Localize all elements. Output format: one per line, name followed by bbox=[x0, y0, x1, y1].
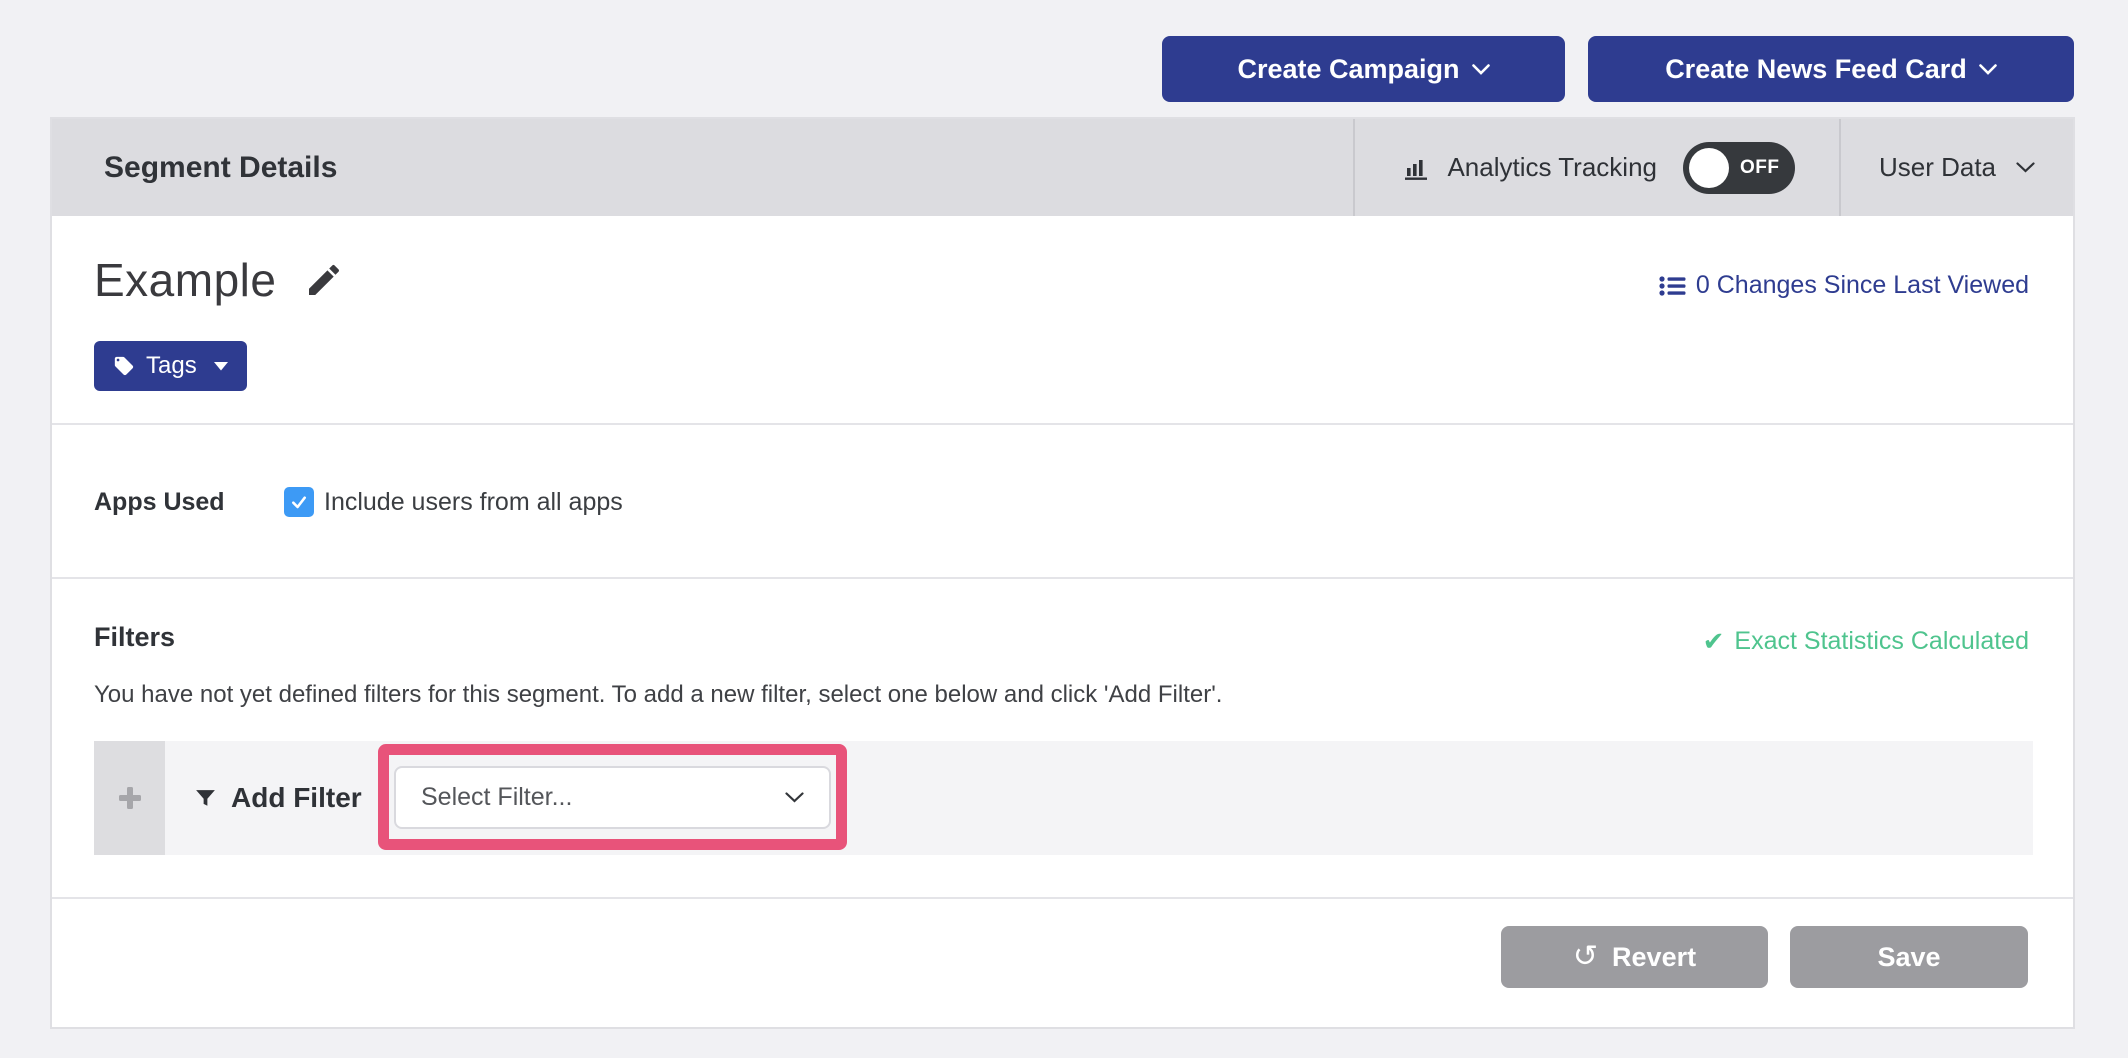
analytics-tracking-label: Analytics Tracking bbox=[1447, 152, 1657, 183]
user-data-label: User Data bbox=[1879, 152, 1996, 183]
apps-used-label: Apps Used bbox=[94, 488, 284, 517]
check-icon: ✔ bbox=[1703, 626, 1725, 657]
select-filter-dropdown[interactable]: Select Filter... bbox=[394, 766, 831, 829]
analytics-tracking-toggle[interactable]: OFF bbox=[1683, 142, 1795, 194]
revert-button-label: Revert bbox=[1612, 942, 1696, 973]
checkmark-icon bbox=[289, 492, 309, 512]
exact-statistics-status: ✔ Exact Statistics Calculated bbox=[1703, 626, 2029, 657]
toggle-state-label: OFF bbox=[1740, 157, 1780, 179]
apps-used-row: Apps Used Include users from all apps bbox=[94, 487, 623, 517]
section-divider bbox=[52, 897, 2073, 899]
plus-icon bbox=[116, 784, 144, 812]
segment-details-card: Segment Details Analytics Tracking OFF U… bbox=[50, 117, 2075, 1029]
revert-button[interactable]: ↺ Revert bbox=[1501, 926, 1768, 988]
footer-actions: ↺ Revert Save bbox=[1501, 926, 2028, 988]
filters-description: You have not yet defined filters for thi… bbox=[94, 681, 1222, 709]
section-divider bbox=[52, 423, 2073, 425]
annotation-highlight: Select Filter... bbox=[378, 744, 847, 850]
add-filter-plus-button[interactable] bbox=[94, 741, 165, 855]
create-news-feed-card-label: Create News Feed Card bbox=[1665, 54, 1967, 85]
select-filter-placeholder: Select Filter... bbox=[421, 783, 572, 812]
segment-name-row: Example bbox=[94, 253, 344, 307]
create-campaign-label: Create Campaign bbox=[1237, 54, 1459, 85]
pencil-icon bbox=[304, 260, 344, 300]
chevron-down-icon bbox=[1472, 64, 1490, 75]
save-button-label: Save bbox=[1877, 942, 1940, 973]
list-icon bbox=[1659, 275, 1686, 297]
caret-down-icon bbox=[214, 362, 228, 371]
page-title: Segment Details bbox=[104, 151, 1353, 185]
chevron-down-icon bbox=[2016, 162, 2035, 173]
filters-section-title: Filters bbox=[94, 622, 175, 653]
edit-segment-name-button[interactable] bbox=[304, 260, 344, 300]
add-filter-label-group: Add Filter bbox=[193, 782, 362, 814]
segment-name: Example bbox=[94, 253, 276, 307]
include-all-apps-checkbox[interactable] bbox=[284, 487, 314, 517]
exact-statistics-label: Exact Statistics Calculated bbox=[1734, 627, 2029, 656]
undo-icon: ↺ bbox=[1573, 942, 1598, 972]
changes-since-last-viewed-link[interactable]: 0 Changes Since Last Viewed bbox=[1659, 271, 2029, 300]
user-data-dropdown[interactable]: User Data bbox=[1841, 119, 2073, 216]
create-campaign-button[interactable]: Create Campaign bbox=[1162, 36, 1565, 102]
filter-funnel-icon bbox=[193, 786, 218, 811]
bar-chart-icon bbox=[1401, 153, 1431, 183]
include-all-apps-label[interactable]: Include users from all apps bbox=[324, 488, 623, 517]
analytics-tracking-block: Analytics Tracking OFF bbox=[1353, 119, 1841, 216]
tags-button[interactable]: Tags bbox=[94, 341, 247, 391]
changes-link-label: 0 Changes Since Last Viewed bbox=[1696, 271, 2029, 300]
card-header: Segment Details Analytics Tracking OFF U… bbox=[52, 119, 2073, 216]
save-button[interactable]: Save bbox=[1790, 926, 2028, 988]
create-news-feed-card-button[interactable]: Create News Feed Card bbox=[1588, 36, 2074, 102]
toggle-knob bbox=[1689, 148, 1729, 188]
section-divider bbox=[52, 577, 2073, 579]
tag-icon bbox=[113, 355, 135, 377]
chevron-down-icon bbox=[1979, 64, 1997, 75]
tags-button-label: Tags bbox=[146, 352, 197, 380]
add-filter-row: Add Filter Select Filter... bbox=[94, 741, 2033, 855]
add-filter-label: Add Filter bbox=[231, 782, 362, 814]
top-action-bar: Create Campaign Create News Feed Card bbox=[1162, 36, 2074, 102]
chevron-down-icon bbox=[785, 792, 804, 803]
